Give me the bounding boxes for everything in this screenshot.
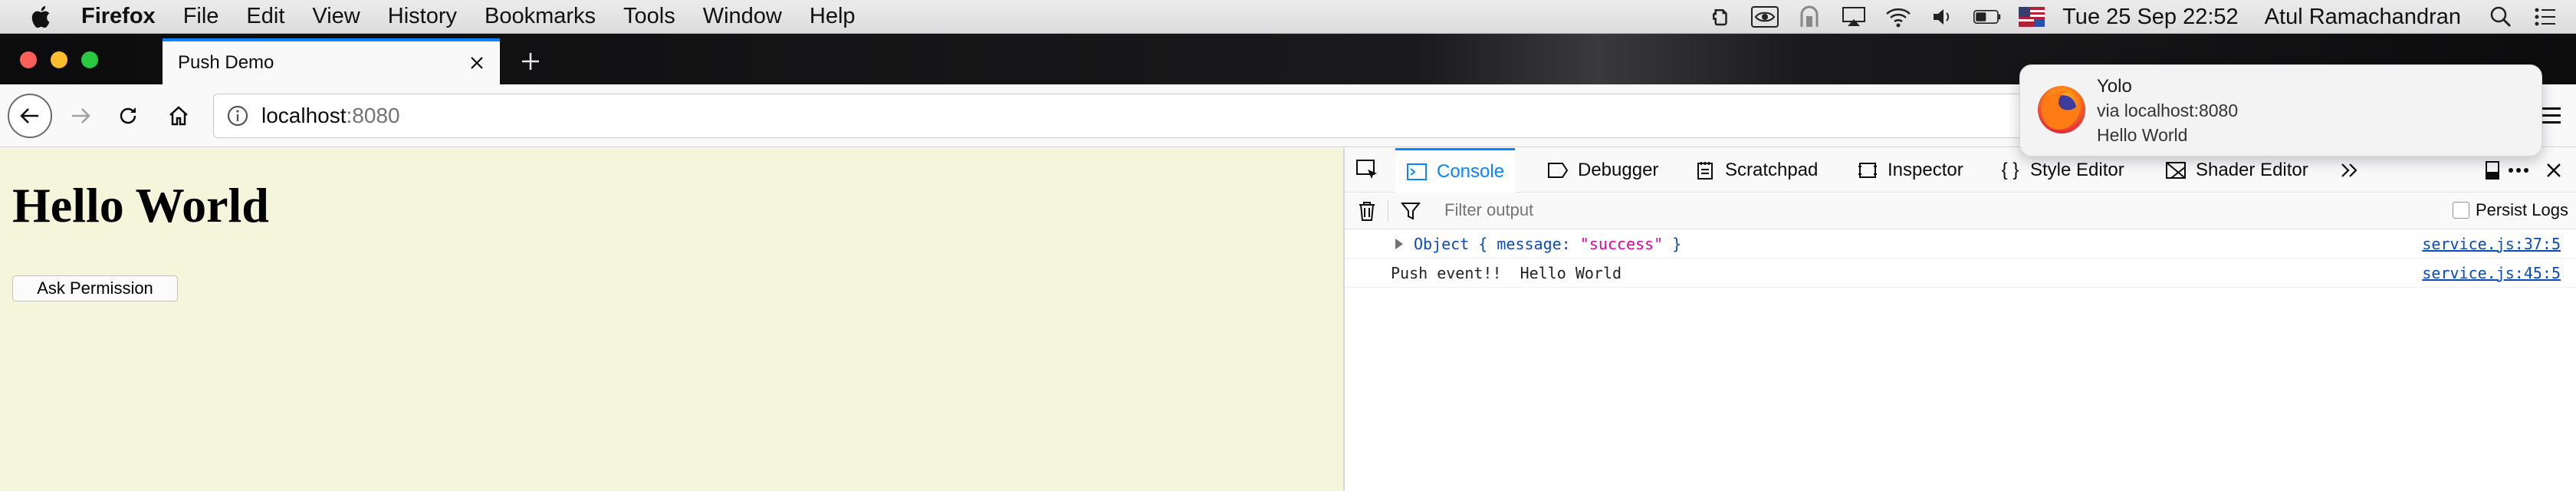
- filter-icon[interactable]: [1400, 200, 1421, 222]
- battery-icon[interactable]: [1973, 5, 2001, 29]
- ask-permission-button[interactable]: Ask Permission: [12, 275, 178, 302]
- input-source-flag-icon[interactable]: [2018, 5, 2045, 29]
- expand-arrow-icon[interactable]: [1395, 239, 1403, 249]
- window-close-button[interactable]: [20, 51, 37, 68]
- window-minimize-button[interactable]: [51, 51, 67, 68]
- console-toolbar: Persist Logs: [1345, 193, 2576, 229]
- persist-logs-checkbox[interactable]: Persist Logs: [2452, 200, 2568, 220]
- tab-scratchpad[interactable]: Scratchpad: [1694, 148, 1818, 193]
- debugger-icon: [1547, 160, 1569, 181]
- apple-menu-icon[interactable]: [29, 4, 55, 30]
- more-options-icon[interactable]: [2507, 159, 2530, 182]
- console-output: Object { message: "success" } service.js…: [1345, 229, 2576, 288]
- source-link[interactable]: service.js:45:5: [2422, 264, 2561, 282]
- nvidia-icon[interactable]: [1751, 5, 1779, 29]
- persist-logs-label: Persist Logs: [2475, 200, 2568, 219]
- tab-debugger-label: Debugger: [1578, 160, 1659, 180]
- window-zoom-button[interactable]: [81, 51, 98, 68]
- menu-app-firefox[interactable]: Firefox: [81, 4, 156, 29]
- tab-close-icon[interactable]: [462, 48, 492, 78]
- tab-debugger[interactable]: Debugger: [1547, 148, 1658, 193]
- page-heading: Hello World: [12, 178, 269, 232]
- tab-shader-editor-label: Shader Editor: [2196, 160, 2308, 180]
- macos-menu-bar: Firefox File Edit View History Bookmarks…: [0, 0, 2576, 34]
- volume-icon[interactable]: [1929, 5, 1957, 29]
- tab-inspector[interactable]: Inspector: [1857, 148, 1963, 193]
- menu-help[interactable]: Help: [810, 4, 856, 29]
- console-message-text: Object { message: "success" }: [1414, 235, 1681, 253]
- dock-side-icon[interactable]: [2481, 159, 2504, 182]
- tab-title: Push Demo: [178, 52, 274, 73]
- menu-file[interactable]: File: [183, 4, 219, 29]
- page-content: Hello World Ask Permission: [0, 148, 1343, 491]
- wifi-icon[interactable]: [1884, 5, 1912, 29]
- object-prefix: Object { message:: [1414, 234, 1580, 253]
- menu-view[interactable]: View: [312, 4, 360, 29]
- braces-icon: { }: [2001, 160, 2019, 180]
- home-button[interactable]: [156, 94, 201, 138]
- console-message[interactable]: Push event!! Hello World service.js:45:5: [1345, 259, 2576, 288]
- spotlight-search-icon[interactable]: [2487, 5, 2515, 29]
- persist-logs-box[interactable]: [2452, 202, 2469, 219]
- element-picker-icon[interactable]: [1355, 159, 1380, 182]
- tab-push-demo[interactable]: Push Demo: [163, 38, 500, 84]
- menu-window[interactable]: Window: [703, 4, 782, 29]
- url-host: localhost: [261, 104, 347, 127]
- url-text[interactable]: localhost:8080: [261, 104, 400, 128]
- tab-console-label: Console: [1437, 160, 1505, 182]
- firefox-logo-icon: [2038, 86, 2085, 133]
- site-info-icon[interactable]: [226, 104, 249, 127]
- tab-console[interactable]: Console: [1395, 148, 1516, 193]
- airplay-icon[interactable]: [1840, 5, 1868, 29]
- scratchpad-icon: [1694, 160, 1716, 181]
- notification-title: Yolo: [2097, 76, 2132, 97]
- tab-inspector-label: Inspector: [1888, 160, 1963, 180]
- console-icon: [1406, 161, 1428, 183]
- console-message[interactable]: Object { message: "success" } service.js…: [1345, 229, 2576, 259]
- shader-editor-icon: [2165, 160, 2187, 181]
- status-area: Tue 25 Sep 22:52 Atul Ramachandran: [1707, 0, 2576, 34]
- url-port: :8080: [346, 104, 400, 127]
- clock[interactable]: Tue 25 Sep 22:52: [2062, 5, 2239, 30]
- menu-history[interactable]: History: [388, 4, 457, 29]
- console-message-text: Push event!! Hello World: [1391, 263, 1622, 282]
- filter-output-input[interactable]: [1444, 200, 1874, 220]
- screen-recorder-icon[interactable]: [1796, 5, 1823, 29]
- clear-console-trash-icon[interactable]: [1357, 200, 1377, 222]
- close-devtools-icon[interactable]: [2542, 159, 2565, 182]
- tab-scratchpad-label: Scratchpad: [1725, 160, 1819, 180]
- object-string-value: "success": [1579, 234, 1664, 253]
- new-tab-button[interactable]: [514, 44, 547, 78]
- forward-button[interactable]: [58, 94, 103, 138]
- inspector-icon: [1857, 160, 1878, 181]
- push-notification[interactable]: Yolo via localhost:8080 Hello World: [2019, 64, 2542, 157]
- menu-edit[interactable]: Edit: [246, 4, 284, 29]
- reload-button[interactable]: [106, 94, 150, 138]
- menu-bookmarks[interactable]: Bookmarks: [485, 4, 596, 29]
- notification-origin: via localhost:8080: [2097, 101, 2239, 120]
- object-suffix: }: [1663, 234, 1682, 253]
- user-name[interactable]: Atul Ramachandran: [2265, 5, 2461, 30]
- notification-center-icon[interactable]: [2532, 5, 2559, 29]
- back-button[interactable]: [8, 94, 52, 138]
- tab-style-editor-label: Style Editor: [2030, 160, 2124, 180]
- notification-body: Hello World: [2097, 125, 2188, 145]
- evernote-icon[interactable]: [1707, 5, 1734, 29]
- source-link[interactable]: service.js:37:5: [2422, 235, 2561, 253]
- menu-tools[interactable]: Tools: [623, 4, 675, 29]
- devtools-panel: Console Debugger Scratchpad Inspector { …: [1343, 148, 2576, 491]
